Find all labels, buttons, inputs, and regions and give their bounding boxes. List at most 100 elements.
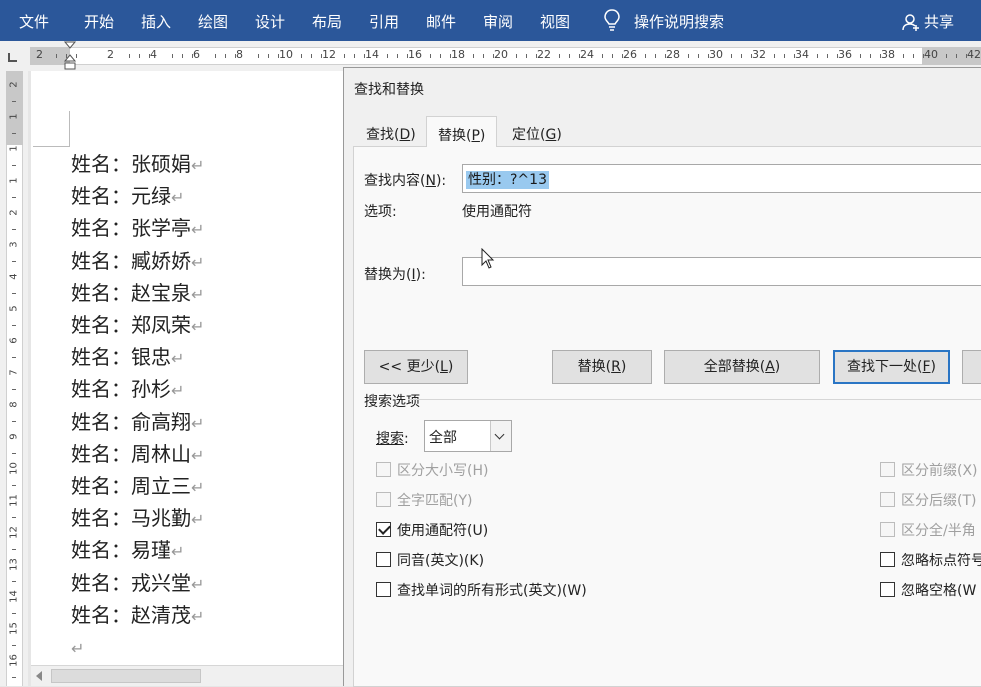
tab-replace[interactable]: 替换(P)	[426, 116, 498, 147]
document-line[interactable]: 姓名：臧娇娇↵	[71, 246, 204, 276]
tab-selector[interactable]	[0, 41, 28, 71]
paragraph-mark-icon: ↵	[191, 574, 205, 594]
option-checkbox[interactable]	[376, 582, 391, 597]
tab-draw[interactable]: 绘图	[198, 11, 228, 32]
ruler-tick	[946, 54, 947, 58]
vruler-number: 12	[8, 526, 20, 539]
option-checkbox[interactable]	[880, 522, 895, 537]
ruler-number: 2	[107, 48, 114, 61]
ruler-tick	[311, 54, 312, 58]
ruler-tick	[56, 54, 57, 58]
vruler-tick	[12, 357, 16, 358]
option-checkbox[interactable]	[376, 522, 391, 537]
document-line-text: 姓名：俞高翔	[71, 409, 191, 434]
replace-with-input[interactable]	[462, 257, 981, 286]
tab-insert[interactable]: 插入	[141, 11, 171, 32]
document-line[interactable]: 姓名：周立三↵	[71, 471, 204, 501]
horizontal-scrollbar[interactable]	[31, 665, 344, 686]
option-checkbox[interactable]	[880, 462, 895, 477]
ruler-tick	[182, 54, 183, 58]
person-add-icon	[902, 13, 919, 31]
share-label: 共享	[924, 13, 955, 31]
replace-all-button[interactable]: 全部替换(A)	[664, 350, 820, 384]
document-line[interactable]: 姓名：易瑾↵	[71, 535, 184, 565]
document-line[interactable]: 姓名：银忠↵	[71, 342, 184, 372]
paragraph-mark-icon: ↵	[191, 510, 205, 530]
document-line[interactable]: 姓名：戎兴堂↵	[71, 568, 204, 598]
cancel-button[interactable]	[962, 350, 981, 384]
ruler-number: 14	[365, 48, 379, 61]
ruler-tick	[139, 54, 140, 58]
vruler-number: 1	[8, 177, 20, 184]
tab-references[interactable]: 引用	[369, 11, 399, 32]
tab-mailings[interactable]: 邮件	[426, 11, 456, 32]
document-line-text: 姓名：郑凤荣	[71, 313, 191, 337]
vruler-tick	[12, 485, 16, 486]
option-checkbox[interactable]	[376, 462, 391, 477]
replace-button[interactable]: 替换(R)	[552, 350, 652, 384]
ruler-tick	[569, 54, 570, 58]
find-what-label: 查找内容(N):	[364, 173, 447, 189]
ruler-tick	[516, 54, 517, 58]
ruler-tick	[129, 54, 130, 58]
less-button[interactable]: << 更少(L)	[364, 350, 468, 384]
vruler-tick	[12, 293, 16, 294]
vruler-number: 2	[8, 81, 20, 88]
find-next-button[interactable]: 查找下一处(F)	[833, 350, 950, 384]
find-what-input[interactable]: 性别：?^13	[462, 164, 981, 193]
ruler-tick	[698, 54, 699, 58]
tab-review[interactable]: 审阅	[483, 11, 513, 32]
dialog-tab-panel	[353, 146, 981, 687]
document-line[interactable]: 姓名：张学亭↵	[71, 213, 204, 243]
option-checkbox[interactable]	[376, 552, 391, 567]
paragraph-mark-icon: ↵	[191, 413, 205, 433]
document-line[interactable]: 姓名：赵宝泉↵	[71, 278, 204, 308]
vruler-number: 15	[8, 622, 20, 635]
scrollbar-thumb[interactable]	[51, 669, 201, 683]
option-checkbox[interactable]	[880, 552, 895, 567]
document-line[interactable]: 姓名：马兆勤↵	[71, 503, 204, 533]
tab-goto[interactable]: 定位(G)	[501, 119, 573, 147]
document-line[interactable]: 姓名：赵清茂↵	[71, 600, 204, 630]
option-checkbox[interactable]	[376, 492, 391, 507]
document-line[interactable]: 姓名：张硕娟↵	[71, 149, 204, 179]
document-line[interactable]: 姓名：郑凤荣↵	[71, 310, 204, 340]
vruler-tick	[12, 229, 16, 230]
option-checkbox[interactable]	[880, 492, 895, 507]
ruler-tick	[817, 54, 818, 58]
indent-marker-icon[interactable]	[64, 41, 76, 71]
vruler-number: 3	[8, 241, 20, 248]
vertical-ruler[interactable]: 2 1 1 1 2 3 4 5 6 7 8 9 10 11 12 13 14 15 16	[0, 71, 28, 686]
share-button[interactable]: 共享	[902, 11, 954, 32]
scroll-left-arrow-icon[interactable]	[36, 671, 42, 681]
option-label: 查找单词的所有形式(英文)(W)	[397, 583, 587, 599]
vruler-tick	[12, 325, 16, 326]
ribbon-tab-bar: 文件 开始 插入 绘图 设计 布局 引用 邮件 审阅 视图 操作说明搜索 共享	[0, 0, 981, 41]
document-line[interactable]: 姓名：俞高翔↵	[71, 407, 204, 437]
document-line[interactable]: ↵	[71, 632, 84, 662]
document-line-text: 姓名：马兆勤	[71, 506, 191, 531]
chevron-down-icon[interactable]	[490, 421, 511, 451]
ruler-tick	[688, 54, 689, 58]
tab-find[interactable]: 查找(D)	[355, 119, 427, 147]
ruler-number: 36	[838, 48, 852, 61]
find-what-value: 性别：?^13	[466, 171, 549, 189]
tab-file[interactable]: 文件	[19, 11, 49, 32]
vruler-number: 8	[8, 401, 20, 408]
vruler-number: 1	[8, 145, 20, 152]
document-line-text: 姓名：戎兴堂	[71, 570, 191, 595]
tab-design[interactable]: 设计	[255, 11, 285, 32]
document-line[interactable]: 姓名：元绿↵	[71, 181, 184, 211]
tab-home[interactable]: 开始	[84, 11, 114, 32]
document-line[interactable]: 姓名：周林山↵	[71, 439, 204, 469]
tab-layout[interactable]: 布局	[312, 11, 342, 32]
ruler-tick	[774, 54, 775, 58]
search-direction-select[interactable]: 全部	[424, 420, 512, 452]
tell-me-search[interactable]: 操作说明搜索	[634, 11, 724, 32]
paragraph-mark-icon: ↵	[191, 156, 205, 175]
option-checkbox[interactable]	[880, 582, 895, 597]
ruler-tick	[301, 54, 302, 58]
document-page[interactable]: 姓名：张硕娟↵ 姓名：元绿↵ 姓名：张学亭↵ 姓名：臧娇娇↵ 姓名：赵宝泉↵ 姓名：郑凤荣…	[31, 71, 344, 665]
tab-view[interactable]: 视图	[540, 11, 570, 32]
document-line[interactable]: 姓名：孙杉↵	[71, 374, 184, 404]
